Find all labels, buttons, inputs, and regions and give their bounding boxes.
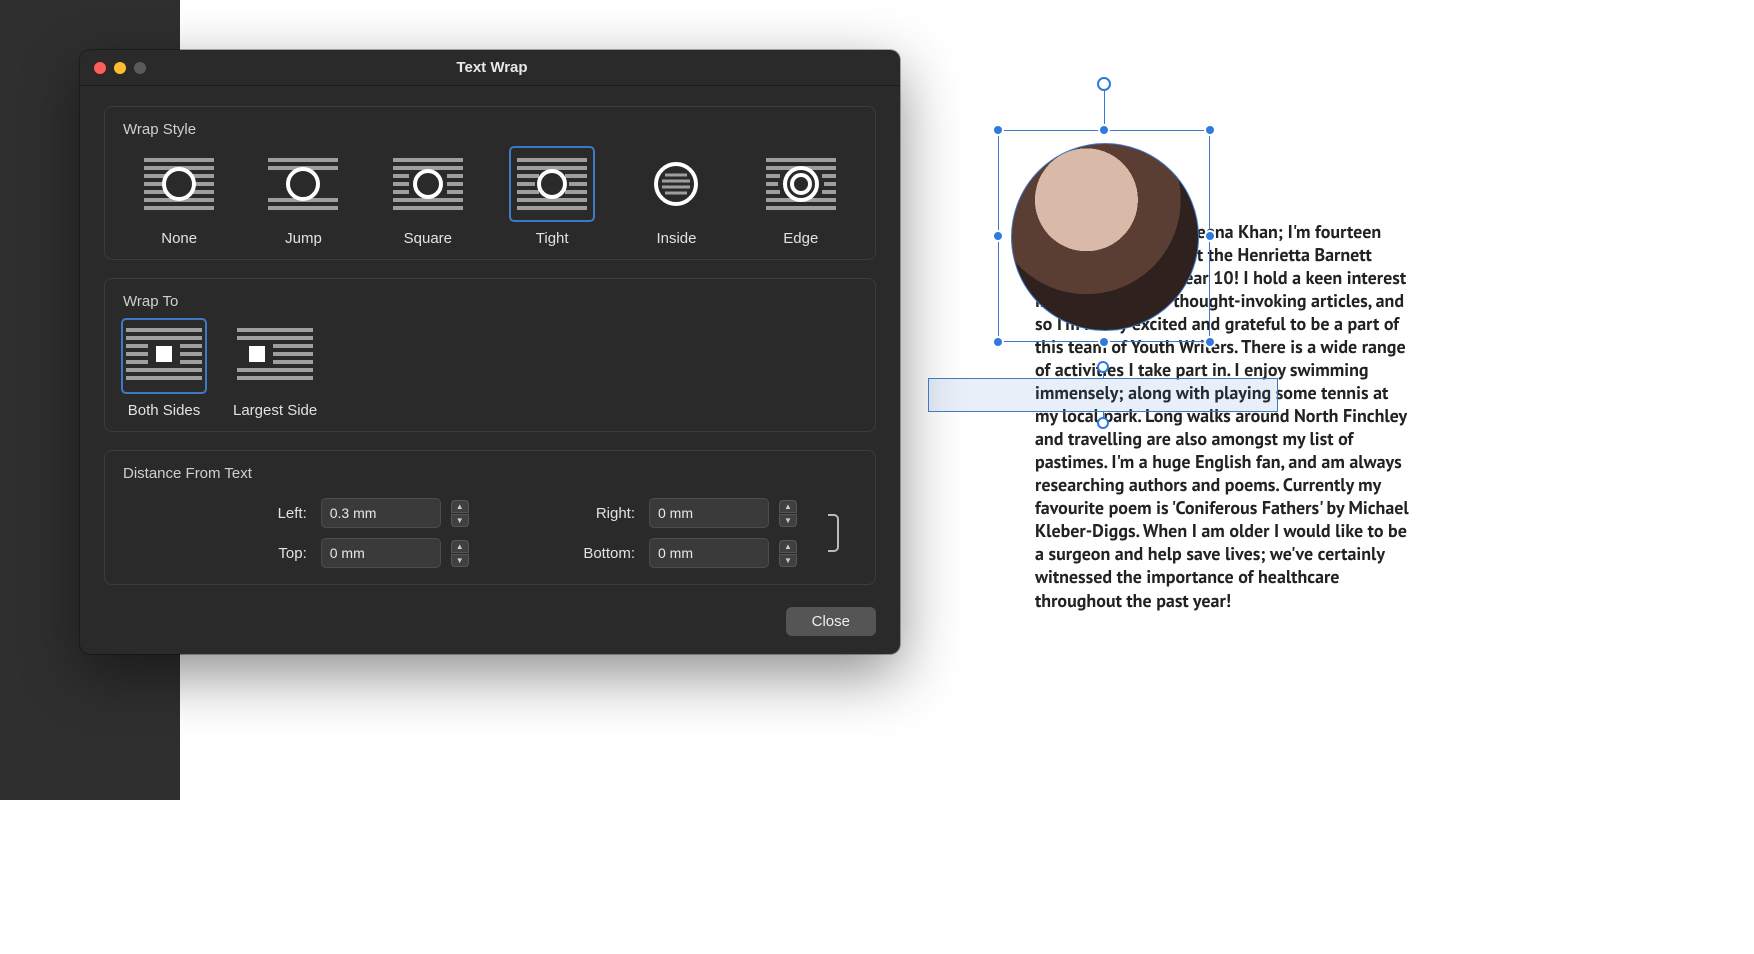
- distance-top-input[interactable]: 0 mm: [321, 538, 441, 568]
- selected-image-frame[interactable]: [998, 130, 1210, 342]
- close-button[interactable]: Close: [786, 607, 876, 636]
- distance-left-stepper[interactable]: ▲▼: [451, 500, 479, 527]
- dialog-title: Text Wrap: [98, 59, 886, 76]
- wrap-style-inside[interactable]: Inside: [620, 148, 732, 247]
- distance-bottom-input[interactable]: 0 mm: [649, 538, 769, 568]
- wrap-to-label: Largest Side: [233, 402, 317, 419]
- wrap-style-label: Square: [404, 230, 452, 247]
- wrap-to-both-sides[interactable]: Both Sides: [123, 320, 205, 419]
- resize-handle-mr[interactable]: [1204, 230, 1216, 242]
- resize-handle-bm[interactable]: [1098, 336, 1110, 348]
- resize-handle-tm[interactable]: [1098, 124, 1110, 136]
- distance-title: Distance From Text: [123, 465, 857, 482]
- distance-panel: Distance From Text Left: 0.3 mm ▲▼ Right…: [104, 450, 876, 585]
- text-wrap-dialog: Text Wrap Wrap Style None Jump Square: [80, 50, 900, 654]
- distance-right-label: Right:: [489, 505, 639, 522]
- stepper-down-icon[interactable]: ▼: [451, 514, 469, 527]
- wrap-style-label: Inside: [656, 230, 696, 247]
- wrap-style-label: Edge: [783, 230, 818, 247]
- wrap-style-tight[interactable]: Tight: [496, 148, 608, 247]
- circular-image-placeholder[interactable]: [1011, 143, 1199, 331]
- wrap-style-none[interactable]: None: [123, 148, 235, 247]
- rotation-stem: [1104, 87, 1105, 125]
- wrap-to-panel: Wrap To Both Sides Largest Side: [104, 278, 876, 432]
- wrap-style-label: Jump: [285, 230, 322, 247]
- stepper-up-icon[interactable]: ▲: [779, 500, 797, 513]
- wrap-to-label: Both Sides: [128, 402, 201, 419]
- wrap-style-panel: Wrap Style None Jump Square Tight: [104, 106, 876, 260]
- wrap-style-label: Tight: [536, 230, 569, 247]
- stepper-up-icon[interactable]: ▲: [451, 540, 469, 553]
- distance-bottom-label: Bottom:: [489, 545, 639, 562]
- wrap-to-largest-side[interactable]: Largest Side: [233, 320, 317, 419]
- secondary-selection-frame[interactable]: [928, 378, 1278, 412]
- stepper-up-icon[interactable]: ▲: [779, 540, 797, 553]
- wrap-to-title: Wrap To: [123, 293, 857, 310]
- wrap-style-edge[interactable]: Edge: [745, 148, 857, 247]
- link-values-icon[interactable]: [817, 511, 847, 555]
- distance-top-stepper[interactable]: ▲▼: [451, 540, 479, 567]
- wrap-style-title: Wrap Style: [123, 121, 857, 138]
- wrap-style-jump[interactable]: Jump: [247, 148, 359, 247]
- stepper-down-icon[interactable]: ▼: [451, 554, 469, 567]
- distance-bottom-stepper[interactable]: ▲▼: [779, 540, 807, 567]
- stepper-down-icon[interactable]: ▼: [779, 554, 797, 567]
- resize-handle-tr[interactable]: [1204, 124, 1216, 136]
- distance-left-input[interactable]: 0.3 mm: [321, 498, 441, 528]
- resize-handle-ml[interactable]: [992, 230, 1004, 242]
- secondary-rotation-handle[interactable]: [1097, 361, 1109, 373]
- wrap-style-label: None: [161, 230, 197, 247]
- resize-handle-bl[interactable]: [992, 336, 1004, 348]
- stepper-up-icon[interactable]: ▲: [451, 500, 469, 513]
- resize-handle-tl[interactable]: [992, 124, 1004, 136]
- distance-top-label: Top:: [183, 545, 311, 562]
- rotation-handle[interactable]: [1097, 77, 1111, 91]
- stepper-down-icon[interactable]: ▼: [779, 514, 797, 527]
- distance-left-label: Left:: [183, 505, 311, 522]
- distance-right-input[interactable]: 0 mm: [649, 498, 769, 528]
- titlebar: Text Wrap: [80, 50, 900, 86]
- secondary-bottom-handle[interactable]: [1097, 417, 1109, 429]
- resize-handle-br[interactable]: [1204, 336, 1216, 348]
- distance-right-stepper[interactable]: ▲▼: [779, 500, 807, 527]
- wrap-style-square[interactable]: Square: [372, 148, 484, 247]
